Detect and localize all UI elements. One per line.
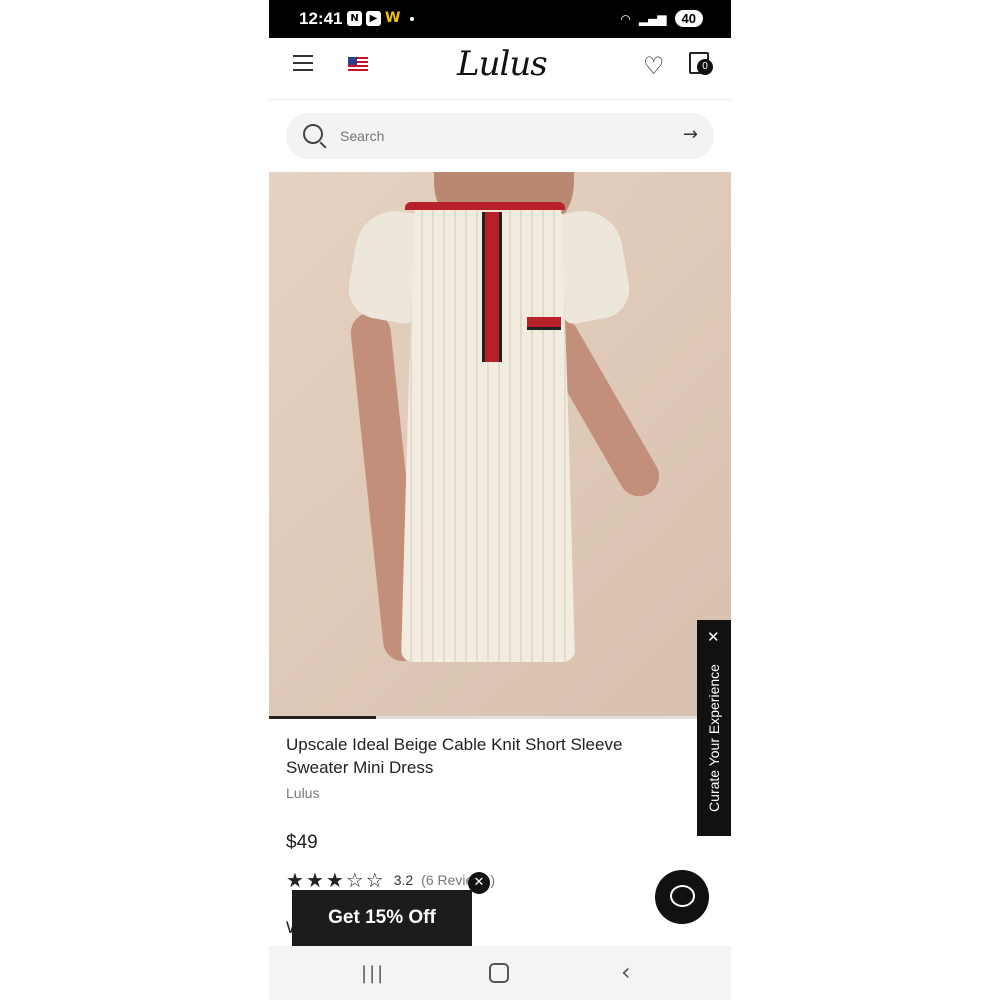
signal-icon: ▂▄▆ bbox=[638, 11, 667, 26]
star-filled-icon: ★ bbox=[325, 868, 344, 892]
app-w-icon: W bbox=[385, 10, 401, 26]
chat-button[interactable] bbox=[655, 870, 709, 924]
notification-icons: N ▶ W bbox=[347, 11, 414, 26]
menu-icon[interactable] bbox=[293, 55, 313, 71]
curate-label[interactable]: Curate Your Experience bbox=[706, 658, 722, 818]
rating-value: 3.2 bbox=[393, 872, 414, 888]
home-icon[interactable] bbox=[489, 963, 509, 983]
star-empty-icon: ☆ bbox=[365, 868, 384, 892]
search-bar[interactable]: Search → bbox=[286, 113, 714, 159]
app-notification-icon: N bbox=[347, 11, 362, 26]
dress-pocket bbox=[527, 317, 561, 330]
wishlist-heart-icon[interactable]: ♡ bbox=[643, 52, 665, 80]
product-rating[interactable]: ★ ★ ★ ☆ ☆ 3.2 (6 Reviews) bbox=[286, 870, 495, 890]
close-promo-icon[interactable]: ✕ bbox=[468, 872, 490, 894]
android-nav-bar: ||| ‹ bbox=[269, 946, 731, 1000]
dress-illustration bbox=[343, 202, 667, 672]
status-time: 12:41 bbox=[299, 9, 343, 28]
star-empty-icon: ☆ bbox=[345, 868, 364, 892]
more-notifications-dot bbox=[410, 16, 414, 21]
search-input[interactable]: Search bbox=[340, 128, 384, 144]
site-header: Lulus ♡ 0 bbox=[269, 32, 731, 100]
wifi-icon: ◠ bbox=[620, 11, 631, 26]
system-status: ◠ ▂▄▆ 40 bbox=[620, 10, 703, 27]
logo[interactable]: Lulus bbox=[457, 44, 548, 84]
product-title: Upscale Ideal Beige Cable Knit Short Sle… bbox=[286, 735, 623, 777]
phone-screen: 12:41 N ▶ W ◠ ▂▄▆ 40 Lulus ♡ 0 Search → bbox=[269, 0, 731, 1000]
carousel-progress-fill bbox=[269, 716, 376, 719]
product-brand[interactable]: Lulus bbox=[286, 785, 319, 801]
recents-icon[interactable]: ||| bbox=[361, 963, 385, 984]
image-carousel-progress bbox=[269, 716, 697, 719]
product-price: $49 bbox=[286, 832, 318, 853]
us-flag-icon[interactable] bbox=[348, 57, 368, 71]
close-icon[interactable]: ✕ bbox=[707, 628, 720, 646]
product-image[interactable] bbox=[269, 172, 731, 717]
cart-count-badge: 0 bbox=[697, 59, 713, 75]
battery-indicator: 40 bbox=[674, 10, 703, 27]
star-filled-icon: ★ bbox=[286, 868, 304, 892]
chat-bubble-icon bbox=[670, 885, 695, 907]
arrow-right-icon[interactable]: → bbox=[683, 124, 698, 145]
promo-button[interactable]: Get 15% Off bbox=[292, 890, 472, 946]
star-filled-icon: ★ bbox=[305, 868, 324, 892]
dress-placket bbox=[482, 212, 502, 362]
curate-side-tab[interactable]: ✕ Curate Your Experience bbox=[697, 620, 731, 836]
search-icon bbox=[303, 124, 323, 144]
back-icon[interactable]: ‹ bbox=[621, 958, 631, 986]
youtube-icon: ▶ bbox=[366, 11, 381, 26]
